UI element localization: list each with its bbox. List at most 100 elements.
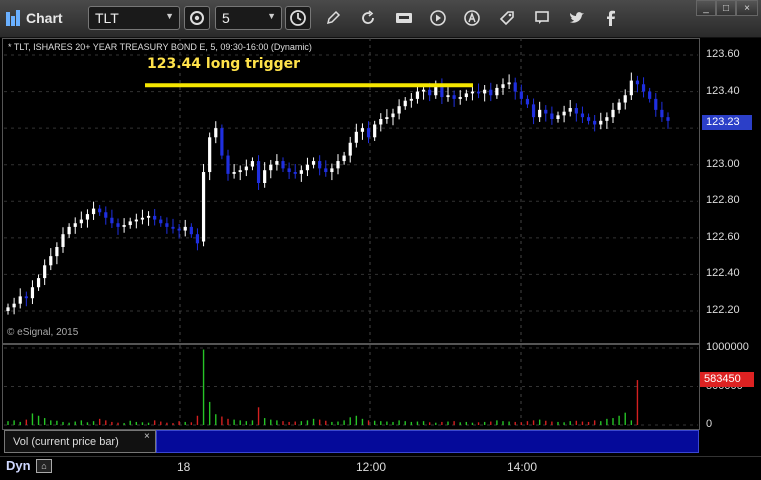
candle[interactable] [6,303,10,315]
candle[interactable] [397,99,401,120]
candle[interactable] [281,157,285,173]
candle[interactable] [519,84,523,105]
candle[interactable] [544,105,548,122]
candle[interactable] [171,218,175,234]
candle[interactable] [208,132,212,181]
candle[interactable] [61,227,65,253]
candle[interactable] [116,218,120,235]
candle[interactable] [73,217,77,234]
candle[interactable] [12,297,16,315]
candle[interactable] [593,114,597,132]
candle[interactable] [342,151,346,165]
candle[interactable] [85,209,90,228]
candle[interactable] [24,291,28,307]
candle[interactable] [525,95,530,109]
candle[interactable] [617,98,621,114]
candle[interactable] [586,113,591,125]
candle[interactable] [550,106,554,125]
candle[interactable] [476,83,481,99]
candle[interactable] [483,84,487,102]
candle[interactable] [373,120,377,141]
candle[interactable] [629,72,633,100]
candle[interactable] [654,93,658,117]
candle[interactable] [201,163,206,247]
volume-study-tab[interactable]: Vol (current price bar) [4,430,156,453]
candle[interactable] [79,211,83,228]
candle[interactable] [269,159,273,179]
candle[interactable] [128,217,132,229]
dynamic-mode-label[interactable]: Dyn [6,458,31,473]
candle[interactable] [330,163,334,181]
candle[interactable] [605,112,609,129]
candle[interactable] [140,209,145,225]
candle[interactable] [391,108,395,126]
candle[interactable] [250,157,255,171]
candle[interactable] [440,78,444,105]
lock-icon[interactable]: ⌂ [36,459,52,473]
candle[interactable] [263,162,267,188]
candle[interactable] [159,215,163,227]
candle[interactable] [611,102,615,124]
candle[interactable] [43,259,47,286]
candle[interactable] [67,223,71,238]
candle[interactable] [226,149,230,181]
candle[interactable] [146,211,151,226]
candle[interactable] [336,154,340,175]
candle[interactable] [305,157,310,177]
candle[interactable] [238,165,242,181]
candle[interactable] [660,101,664,122]
candle[interactable] [409,93,413,108]
candle[interactable] [531,98,536,125]
candle[interactable] [538,101,542,122]
candle[interactable] [153,208,157,226]
candle[interactable] [348,136,352,163]
candle[interactable] [36,274,41,291]
candle[interactable] [489,82,493,102]
candle[interactable] [311,157,316,169]
candle[interactable] [318,155,322,176]
candle[interactable] [256,155,261,190]
candle[interactable] [134,213,138,229]
candle[interactable] [55,242,59,265]
candle[interactable] [299,165,303,182]
candle[interactable] [244,159,248,177]
chart-canvas[interactable] [0,0,761,480]
candle[interactable] [189,223,193,238]
trigger-annotation[interactable]: 123.44 long trigger [147,56,300,72]
candle[interactable] [49,248,53,271]
candle[interactable] [648,87,652,103]
candle[interactable] [580,106,585,124]
candle[interactable] [122,218,126,233]
candle[interactable] [324,160,328,177]
candle[interactable] [98,204,102,216]
close-icon[interactable]: × [144,431,150,442]
candle[interactable] [379,113,383,132]
candle[interactable] [18,288,22,309]
candle[interactable] [562,105,566,123]
candle[interactable] [104,206,108,225]
candle[interactable] [385,109,389,124]
candle[interactable] [641,77,646,98]
candle[interactable] [275,154,279,171]
candle[interactable] [568,99,572,117]
candle[interactable] [446,87,450,102]
candle[interactable] [635,75,640,93]
candle[interactable] [91,201,96,220]
candle[interactable] [599,112,603,130]
candle[interactable] [556,111,560,123]
candle[interactable] [574,103,578,122]
candle[interactable] [220,124,224,160]
candle[interactable] [354,123,358,148]
candle[interactable] [287,162,291,179]
candle[interactable] [232,163,236,179]
candle[interactable] [214,121,218,144]
candle[interactable] [501,78,505,95]
candle[interactable] [110,209,114,228]
candle[interactable] [513,77,517,100]
candle[interactable] [623,89,627,110]
candle[interactable] [195,228,200,251]
candle[interactable] [360,123,365,140]
candle[interactable] [403,97,407,110]
candle[interactable] [495,84,499,99]
candle[interactable] [452,90,456,107]
